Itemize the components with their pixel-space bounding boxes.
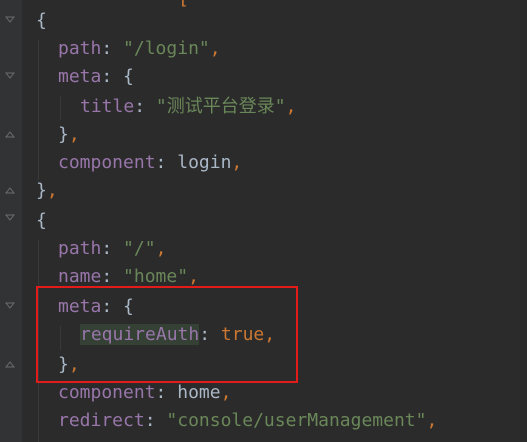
- fold-marker-icon[interactable]: [5, 358, 15, 368]
- code-line: path: "/",: [58, 238, 167, 259]
- code-line: [: [178, 0, 189, 10]
- indent-guide: [38, 40, 39, 180]
- fold-marker-icon[interactable]: [5, 72, 15, 82]
- fold-marker-icon[interactable]: [5, 128, 15, 138]
- fold-marker-icon[interactable]: [5, 184, 15, 194]
- code-line: {: [36, 10, 47, 31]
- code-line: },: [36, 180, 58, 201]
- code-line: title: "测试平台登录",: [80, 96, 297, 117]
- editor-gutter: [0, 0, 22, 442]
- annotation-highlight-box: [36, 286, 298, 383]
- code-line: redirect: "console/userManagement",: [58, 410, 438, 431]
- code-line: component: home,: [58, 382, 232, 403]
- code-line: name: "home",: [58, 266, 199, 287]
- indent-guide: [60, 96, 61, 120]
- code-editor[interactable]: [ { path: "/login", meta: { title: "测试平台…: [0, 0, 527, 442]
- fold-marker-icon[interactable]: [5, 214, 15, 224]
- fold-marker-icon[interactable]: [5, 16, 15, 26]
- code-line: meta: {: [58, 66, 134, 87]
- code-line: },: [58, 124, 80, 145]
- code-line: path: "/login",: [58, 38, 221, 59]
- code-line: {: [36, 210, 47, 231]
- fold-marker-icon[interactable]: [5, 302, 15, 312]
- code-line: component: login,: [58, 152, 243, 173]
